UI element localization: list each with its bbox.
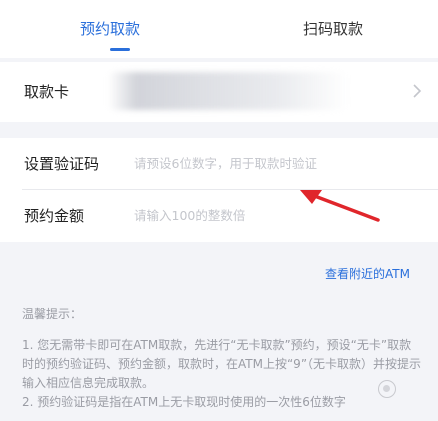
card-number-redaction <box>108 72 348 110</box>
watermark-icon <box>378 380 396 398</box>
reserve-amount-input[interactable] <box>134 203 424 227</box>
tab-reserve-withdrawal[interactable]: 预约取款 <box>80 18 140 39</box>
chevron-right-icon[interactable] <box>410 82 424 100</box>
nearby-atm-link[interactable]: 查看附近的ATM <box>325 265 410 282</box>
active-tab-indicator <box>110 48 130 51</box>
tip-item: 1. 您无需带卡即可在ATM取款，先进行“无卡取款”预约，预设“无卡”取款时的预… <box>22 338 422 390</box>
tab-bar: 预约取款 扫码取款 <box>0 0 438 58</box>
verification-code-row: 设置验证码 <box>0 138 438 190</box>
tab-scan-withdrawal[interactable]: 扫码取款 <box>303 18 363 39</box>
reserve-amount-row: 预约金额 <box>0 190 438 242</box>
verification-code-input[interactable] <box>134 151 424 175</box>
withdrawal-form: 设置验证码 预约金额 <box>0 138 438 242</box>
tip-item: 2. 预约验证码是指在ATM上无卡取现时使用的一次性6位数字 <box>22 395 346 409</box>
withdrawal-card-row[interactable]: 取款卡 <box>0 62 438 122</box>
tips-list: 1. 您无需带卡即可在ATM取款，先进行“无卡取款”预约，预设“无卡”取款时的预… <box>22 336 422 412</box>
tips-title: 温馨提示： <box>22 307 83 321</box>
withdrawal-card-label: 取款卡 <box>24 83 70 101</box>
reserve-amount-label: 预约金额 <box>24 207 85 225</box>
verification-code-label: 设置验证码 <box>24 155 100 173</box>
